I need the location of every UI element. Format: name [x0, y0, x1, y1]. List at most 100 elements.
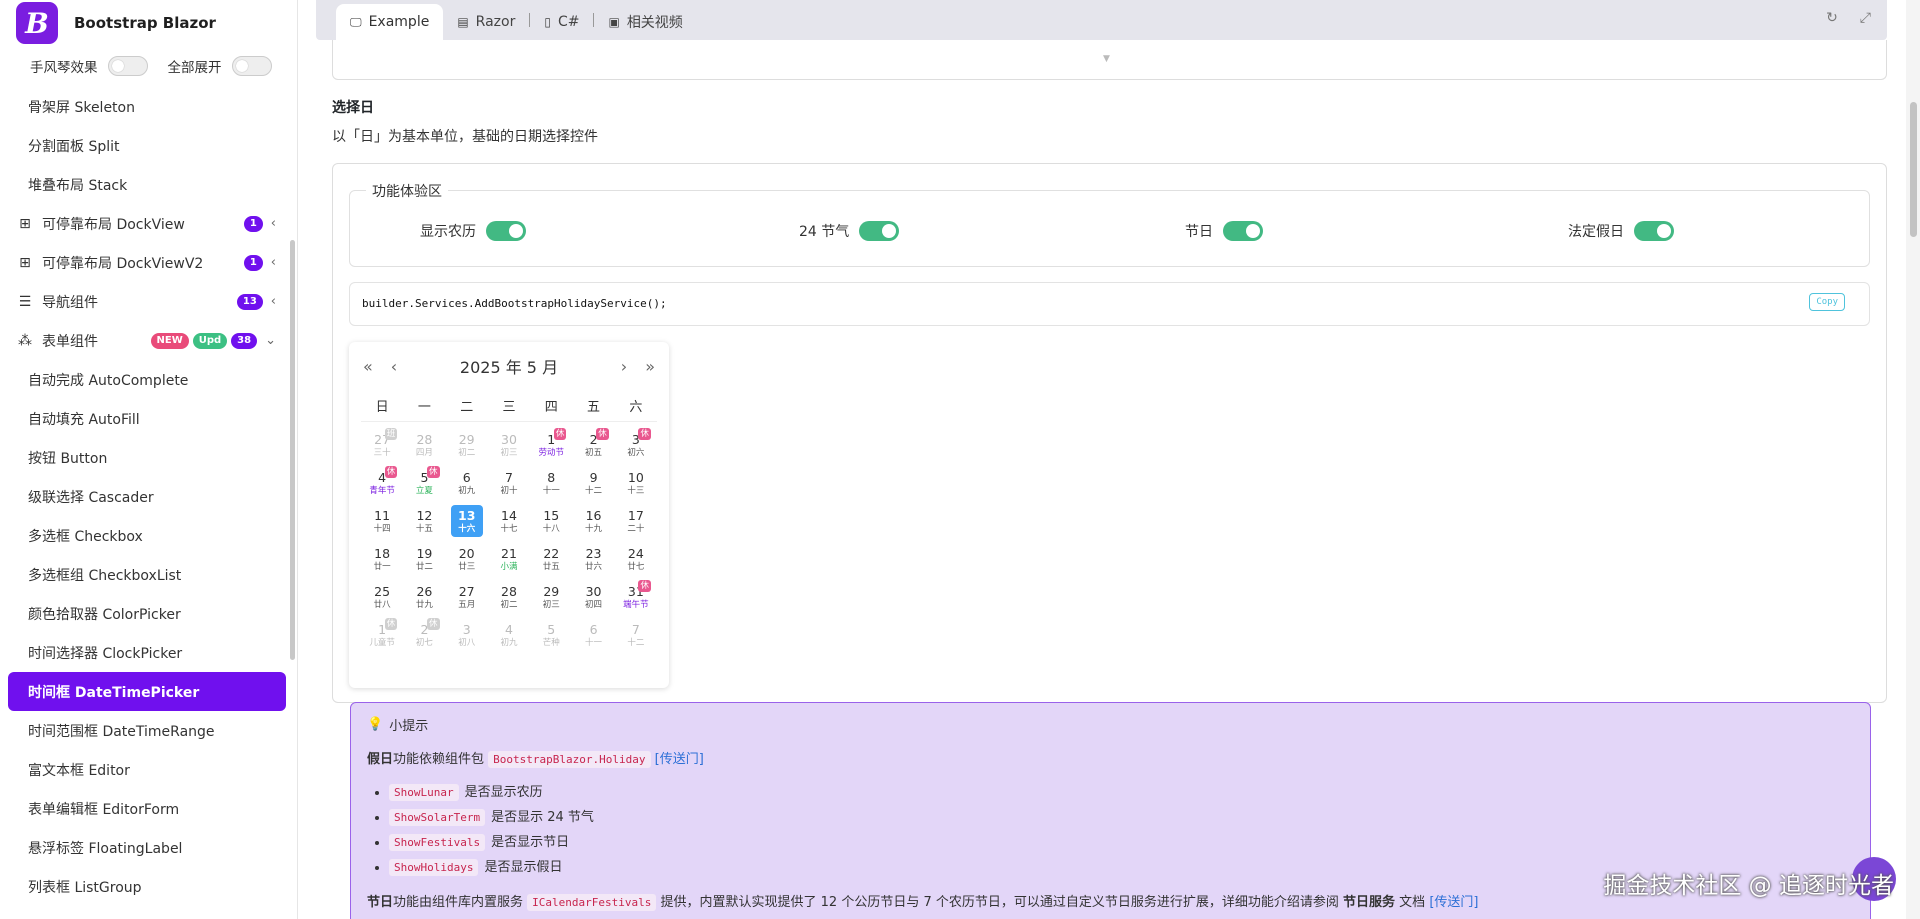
calendar-day[interactable]: 4 青年节休 — [361, 464, 403, 502]
lunar-label: 廿六 — [585, 561, 603, 572]
sidebar-item[interactable]: 自动完成 AutoComplete — [0, 360, 290, 399]
tab-video[interactable]: ▣ 相关视频 — [594, 4, 696, 40]
calendar-day[interactable]: 28 四月 — [403, 426, 445, 464]
fullscreen-icon[interactable]: ⤢ — [1860, 10, 1871, 26]
calendar-day[interactable]: 22 廿五 — [530, 540, 572, 578]
day-number: 17 — [627, 507, 644, 523]
day-number: 13 — [458, 507, 476, 523]
calendar-day[interactable]: 7 十二 — [615, 616, 657, 654]
calendar-day[interactable]: 4 初九 — [488, 616, 530, 654]
calendar-day[interactable]: 16 十九 — [572, 502, 614, 540]
sidebar-item[interactable]: ⁂ 表单组件 NEW Upd 38 ⌄ — [0, 321, 290, 360]
sidebar-item[interactable]: 堆叠布局 Stack — [0, 165, 290, 204]
calendar-day[interactable]: 23 廿六 — [572, 540, 614, 578]
tab-example[interactable]: 🖵 Example — [336, 4, 444, 40]
sidebar-item[interactable]: ⊞ 可停靠布局 DockView 1 ‹ — [0, 204, 290, 243]
sidebar-scrollbar[interactable] — [290, 240, 295, 660]
tip-code: ShowSolarTerm — [389, 809, 486, 826]
copy-button[interactable]: Copy — [1809, 293, 1845, 311]
calendar-day[interactable]: 27 五月 — [446, 578, 488, 616]
calendar-day[interactable]: 29 初二 — [446, 426, 488, 464]
calendar-day[interactable]: 3 初八 — [446, 616, 488, 654]
holiday-switch[interactable] — [1634, 221, 1674, 241]
sidebar-item[interactable]: 分割面板 Split — [0, 126, 290, 165]
calendar-day[interactable]: 20 廿三 — [446, 540, 488, 578]
sidebar: B Bootstrap Blazor 手风琴效果 全部展开 滚动条 Scroll… — [0, 0, 298, 919]
calendar-day-selected[interactable]: 13 十六 — [446, 502, 488, 540]
tab-csharp[interactable]: ▯ C# — [530, 4, 593, 40]
tip-link[interactable]: [传送门] — [1429, 895, 1478, 910]
calendar-day[interactable]: 21 小满 — [488, 540, 530, 578]
calendar-day[interactable]: 15 十八 — [530, 502, 572, 540]
calendar-day[interactable]: 18 廿一 — [361, 540, 403, 578]
sidebar-item[interactable]: 悬浮标签 FloatingLabel — [0, 828, 290, 867]
calendar-day[interactable]: 31 端午节休 — [615, 578, 657, 616]
calendar-day[interactable]: 24 廿七 — [615, 540, 657, 578]
expand-all-switch[interactable] — [231, 56, 272, 76]
solar-term-switch[interactable] — [859, 221, 900, 241]
calendar-day[interactable]: 9 十二 — [572, 464, 614, 502]
calendar-day[interactable]: 17 二十 — [615, 502, 657, 540]
calendar-day[interactable]: 8 十一 — [530, 464, 572, 502]
next-month-icon[interactable]: › — [621, 357, 627, 376]
sidebar-item[interactable]: 列表框 ListGroup — [0, 867, 290, 906]
calendar-day[interactable]: 25 廿八 — [361, 578, 403, 616]
calendar-day[interactable]: 26 廿九 — [403, 578, 445, 616]
sidebar-item[interactable]: 表单编辑框 EditorForm — [0, 789, 290, 828]
festival-switch[interactable] — [1223, 221, 1263, 241]
calendar-day[interactable]: 29 初三 — [530, 578, 572, 616]
calendar-day[interactable]: 6 十一 — [572, 616, 614, 654]
sidebar-item[interactable]: ⊞ 可停靠布局 DockViewV2 1 ‹ — [0, 243, 290, 282]
calendar-day[interactable]: 12 十五 — [403, 502, 445, 540]
prev-month-icon[interactable]: ‹ — [391, 357, 397, 376]
day-number: 18 — [374, 545, 391, 561]
sidebar-item[interactable]: 滚动条 Scroll — [0, 78, 290, 87]
calendar-day[interactable]: 14 十七 — [488, 502, 530, 540]
calendar-day[interactable]: 7 初十 — [488, 464, 530, 502]
sidebar-item[interactable]: 富文本框 Editor — [0, 750, 290, 789]
tip-link[interactable]: [传送门] — [655, 752, 704, 767]
sidebar-item[interactable]: 骨架屏 Skeleton — [0, 87, 290, 126]
main-scrollbar[interactable] — [1906, 0, 1920, 919]
next-year-icon[interactable]: » — [645, 357, 655, 376]
sidebar-item[interactable]: 级联选择 Cascader — [0, 477, 290, 516]
brand[interactable]: B Bootstrap Blazor — [0, 0, 297, 46]
refresh-icon[interactable]: ↻ — [1826, 10, 1838, 26]
sidebar-item[interactable]: 自动填充 AutoFill — [0, 399, 290, 438]
caret-down-icon[interactable]: ▼ — [1103, 54, 1110, 64]
sidebar-item[interactable]: ☰ 导航组件 13 ‹ — [0, 282, 290, 321]
calendar-day[interactable]: 5 芒种 — [530, 616, 572, 654]
calendar-day[interactable]: 30 初三 — [488, 426, 530, 464]
sidebar-item[interactable]: 颜色拾取器 ColorPicker — [0, 594, 290, 633]
prev-year-icon[interactable]: « — [363, 357, 373, 376]
sidebar-item[interactable]: 时间框 DateTimePicker — [8, 672, 286, 711]
calendar-day[interactable]: 19 廿二 — [403, 540, 445, 578]
calendar-day[interactable]: 6 初九 — [446, 464, 488, 502]
cubes-icon: ⁂ — [18, 332, 32, 349]
calendar-day[interactable]: 3 初六休 — [615, 426, 657, 464]
calendar-title[interactable]: 2025 年 5 月 — [460, 354, 558, 378]
calendar-day[interactable]: 1 劳动节休 — [530, 426, 572, 464]
sidebar-item-label: 多选框组 CheckboxList — [28, 567, 182, 584]
sidebar-item[interactable]: 按钮 Button — [0, 438, 290, 477]
tab-razor[interactable]: ▤ Razor — [443, 4, 529, 40]
sidebar-item[interactable]: 多选框 Checkbox — [0, 516, 290, 555]
calendar-day[interactable]: 1 儿童节休 — [361, 616, 403, 654]
main-scrollbar-thumb[interactable] — [1910, 102, 1917, 237]
calendar-day[interactable]: 11 十四 — [361, 502, 403, 540]
accordion-switch[interactable] — [107, 56, 148, 76]
day-number: 7 — [631, 621, 640, 637]
sidebar-item[interactable]: 时间范围框 DateTimeRange — [0, 711, 290, 750]
calendar-day[interactable]: 28 初二 — [488, 578, 530, 616]
option-solar-term: 24 节气 — [799, 221, 900, 241]
calendar-day[interactable]: 2 初七休 — [403, 616, 445, 654]
calendar-day[interactable]: 2 初五休 — [572, 426, 614, 464]
sidebar-item[interactable]: 多选框组 CheckboxList — [0, 555, 290, 594]
calendar-day[interactable]: 27 三十班 — [361, 426, 403, 464]
calendar-day[interactable]: 5 立夏休 — [403, 464, 445, 502]
sidebar-item[interactable]: 时间选择器 ClockPicker — [0, 633, 290, 672]
calendar-day[interactable]: 30 初四 — [572, 578, 614, 616]
calendar-day[interactable]: 10 十三 — [615, 464, 657, 502]
weekday-label: 一 — [417, 400, 431, 415]
lunar-switch[interactable] — [486, 221, 526, 241]
